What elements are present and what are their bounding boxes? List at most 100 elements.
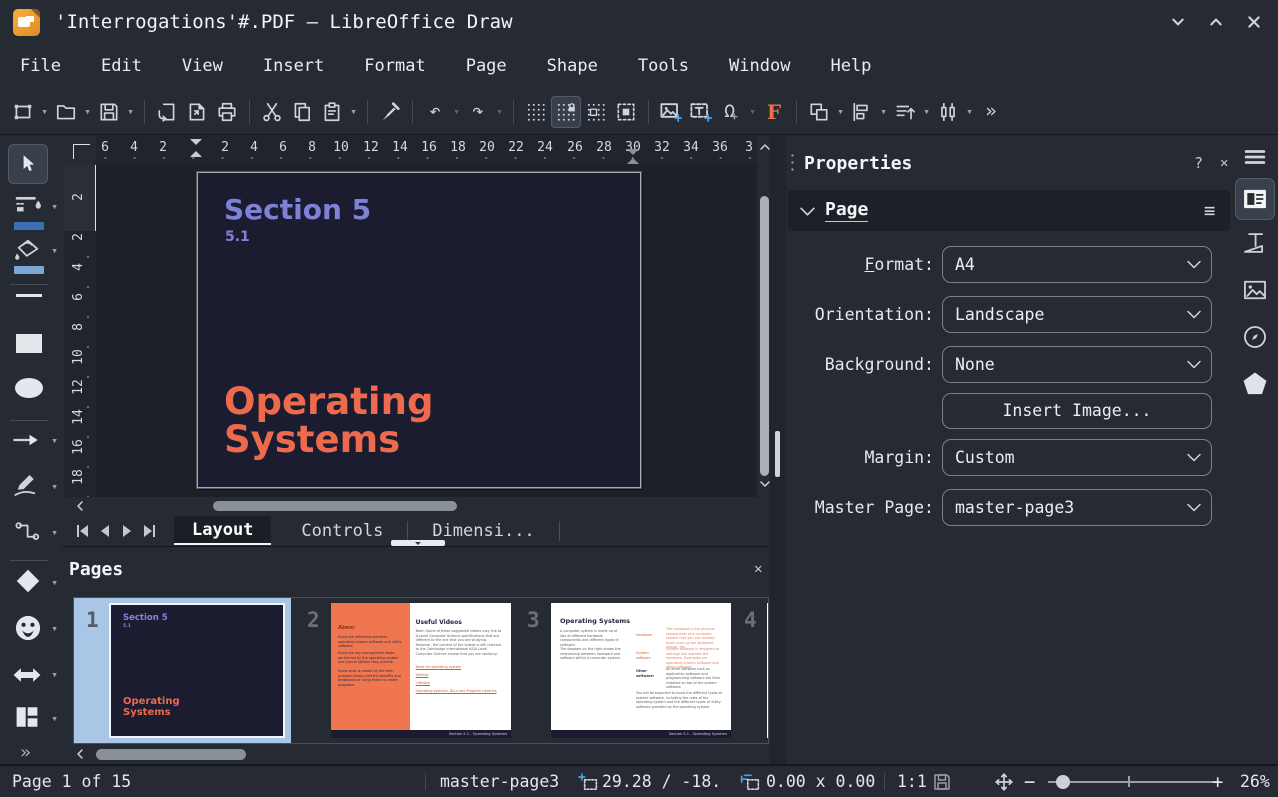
clone-formatting-button[interactable] bbox=[375, 96, 405, 128]
pages-scroll-left-icon[interactable] bbox=[74, 748, 86, 760]
connectors-dropdown[interactable]: ▾ bbox=[48, 526, 61, 539]
menu-help[interactable]: Help bbox=[810, 44, 891, 89]
ruler-margin-marker[interactable] bbox=[627, 158, 639, 164]
symbol-shapes-dropdown[interactable]: ▾ bbox=[48, 622, 61, 635]
redo-dropdown[interactable]: ▾ bbox=[493, 105, 506, 118]
master-page-indicator[interactable]: master-page3 bbox=[440, 766, 559, 797]
next-page-button[interactable] bbox=[116, 520, 138, 542]
menu-shape[interactable]: Shape bbox=[527, 44, 618, 89]
layer-tab-layout[interactable]: Layout bbox=[174, 516, 272, 545]
distribute-selection-button[interactable] bbox=[933, 96, 963, 128]
zoom-in-button[interactable]: + bbox=[1212, 766, 1223, 797]
layer-tab-controls[interactable]: Controls bbox=[283, 516, 401, 545]
open-button[interactable] bbox=[51, 96, 81, 128]
print-button[interactable] bbox=[212, 96, 242, 128]
slide-subtitle[interactable]: 5.1 bbox=[225, 229, 250, 245]
block-arrows-tool[interactable] bbox=[12, 664, 42, 686]
snap-to-grid-button[interactable] bbox=[551, 95, 581, 128]
block-arrows-dropdown[interactable]: ▾ bbox=[48, 668, 61, 681]
background-select[interactable]: None bbox=[942, 346, 1212, 383]
zoom-percent[interactable]: 26% bbox=[1240, 766, 1270, 797]
save-button[interactable] bbox=[94, 96, 124, 128]
insert-image-button[interactable] bbox=[656, 96, 686, 128]
menu-insert[interactable]: Insert bbox=[243, 44, 344, 89]
vertical-ruler[interactable]: 2 2 4 6 8 10 12 14 16 18 bbox=[64, 165, 96, 497]
scroll-up-icon[interactable] bbox=[759, 142, 771, 152]
help-button[interactable]: ? bbox=[1194, 154, 1203, 172]
copy-button[interactable] bbox=[287, 96, 317, 128]
sidebar-splitter-handle[interactable] bbox=[775, 431, 780, 477]
zoom-out-button[interactable]: − bbox=[1024, 766, 1035, 797]
pages-scrollbar-thumb[interactable] bbox=[96, 749, 246, 760]
menu-window[interactable]: Window bbox=[709, 44, 810, 89]
menu-format[interactable]: Format bbox=[344, 44, 445, 89]
zoom-pan-button[interactable] bbox=[611, 96, 641, 128]
zoom-fit-icon[interactable] bbox=[994, 766, 1014, 797]
scroll-left-icon[interactable] bbox=[74, 500, 86, 512]
slide-title[interactable]: Section 5 bbox=[224, 193, 371, 226]
horizontal-scrollbar[interactable] bbox=[62, 497, 770, 515]
export-button[interactable] bbox=[182, 96, 212, 128]
paste-dropdown[interactable]: ▾ bbox=[347, 105, 360, 118]
format-select[interactable]: A4 bbox=[942, 246, 1212, 283]
slide-page[interactable]: Section 5 5.1 Operating Systems bbox=[197, 172, 641, 488]
fontwork-button[interactable]: F bbox=[759, 96, 789, 128]
section-menu-icon[interactable]: ≡ bbox=[1204, 200, 1215, 222]
zoom-slider-thumb[interactable] bbox=[1056, 775, 1070, 789]
arrange-button[interactable] bbox=[890, 96, 920, 128]
lines-and-arrows-tool[interactable] bbox=[12, 430, 40, 450]
tab-character-deck[interactable] bbox=[1242, 230, 1268, 256]
paste-button[interactable] bbox=[317, 96, 347, 128]
first-page-button[interactable] bbox=[72, 520, 94, 542]
new-dropdown[interactable]: ▾ bbox=[38, 105, 51, 118]
redo-button[interactable]: ↷ bbox=[463, 96, 493, 128]
slide-heading[interactable]: Operating Systems bbox=[224, 383, 433, 459]
vertical-scrollbar-thumb[interactable] bbox=[760, 196, 769, 476]
document-modified-icon[interactable] bbox=[932, 766, 952, 797]
horizontal-ruler[interactable]: 6 4 2 2 4 6 8 10 12 14 16 18 20 22 24 26 28 30 32 34 36 3 bbox=[96, 136, 758, 165]
line-color-tool[interactable] bbox=[14, 194, 44, 218]
curves-dropdown[interactable]: ▾ bbox=[48, 480, 61, 493]
display-grid-button[interactable] bbox=[521, 96, 551, 128]
cut-button[interactable] bbox=[257, 96, 287, 128]
line-color-dropdown[interactable]: ▾ bbox=[48, 200, 61, 213]
insert-image-button[interactable]: Insert Image... bbox=[942, 392, 1212, 429]
transformations-dropdown[interactable]: ▾ bbox=[834, 105, 847, 118]
connectors-tool[interactable] bbox=[14, 520, 40, 544]
properties-close-button[interactable]: ✕ bbox=[1220, 155, 1228, 171]
horizontal-scrollbar-thumb[interactable] bbox=[213, 501, 457, 511]
align-dropdown[interactable]: ▾ bbox=[877, 105, 890, 118]
scale-indicator[interactable]: 1:1 bbox=[897, 766, 927, 797]
new-drawing-button[interactable] bbox=[8, 96, 38, 128]
page-thumbnail-2[interactable]: Aims: Know the difference between operat… bbox=[331, 603, 511, 738]
page-thumbnail-1[interactable]: Section 5 5.1 Operating Systems bbox=[109, 603, 285, 738]
tab-shapes-deck[interactable] bbox=[1241, 370, 1269, 398]
menu-edit[interactable]: Edit bbox=[81, 44, 162, 89]
tab-properties-deck[interactable] bbox=[1235, 178, 1275, 220]
fill-color-dropdown[interactable]: ▾ bbox=[48, 244, 61, 257]
fill-color-tool[interactable] bbox=[14, 238, 42, 262]
page-info[interactable]: Page 1 of 15 bbox=[12, 766, 131, 797]
ruler-margin-marker[interactable] bbox=[190, 139, 202, 145]
arrange-dropdown[interactable]: ▾ bbox=[920, 105, 933, 118]
insert-special-character-button[interactable]: Ω + bbox=[716, 96, 746, 128]
sidebar-menu-button[interactable] bbox=[1244, 148, 1266, 166]
drag-grip-icon[interactable] bbox=[790, 152, 795, 174]
undo-dropdown[interactable]: ▾ bbox=[450, 105, 463, 118]
minimize-button[interactable] bbox=[1166, 10, 1190, 34]
curves-and-polygons-tool[interactable] bbox=[13, 472, 39, 498]
rectangle-tool[interactable] bbox=[16, 334, 42, 353]
select-tool[interactable] bbox=[8, 144, 48, 184]
insert-text-box-button[interactable] bbox=[686, 96, 716, 128]
ruler-margin-marker[interactable] bbox=[627, 149, 639, 155]
special-character-dropdown[interactable]: ▾ bbox=[746, 105, 759, 118]
undo-button[interactable]: ↶ bbox=[420, 96, 450, 128]
menu-file[interactable]: File bbox=[0, 44, 81, 89]
close-button[interactable] bbox=[1242, 10, 1266, 34]
symbol-shapes-tool[interactable] bbox=[14, 614, 42, 642]
orientation-select[interactable]: Landscape bbox=[942, 296, 1212, 333]
ruler-margin-marker[interactable] bbox=[190, 151, 202, 157]
open-dropdown[interactable]: ▾ bbox=[81, 105, 94, 118]
tab-gallery-deck[interactable] bbox=[1242, 278, 1268, 302]
lines-arrows-dropdown[interactable]: ▾ bbox=[48, 434, 61, 447]
